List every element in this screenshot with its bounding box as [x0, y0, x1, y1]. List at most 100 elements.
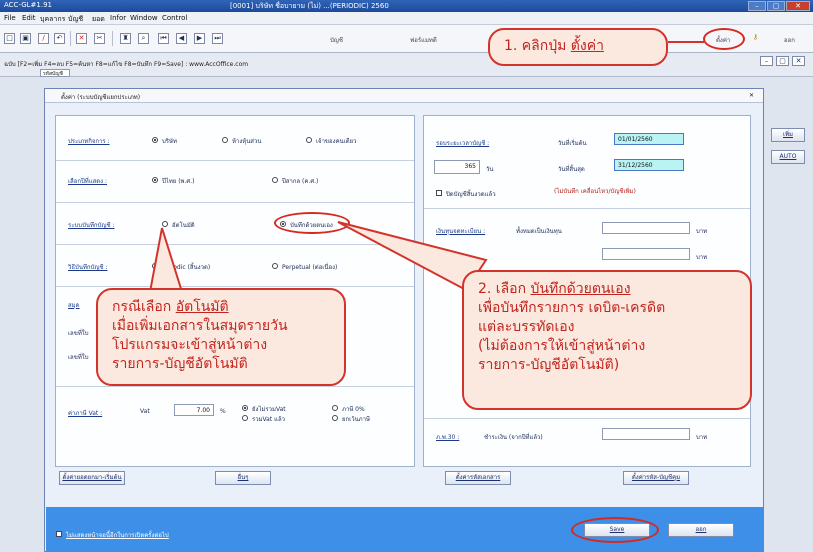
- section-divider: [424, 418, 750, 419]
- vat-exclusive-radio[interactable]: [242, 405, 248, 411]
- next-record-icon[interactable]: ▶: [194, 33, 205, 44]
- registered-capital-input[interactable]: [602, 222, 690, 234]
- business-type-sole-label: เจ้าของคนเดียว: [316, 138, 357, 145]
- opening-balance-button[interactable]: ตั้งค่ายอดยกมา-เริ่มต้น: [59, 471, 125, 485]
- business-type-label: ประเภทกิจการ :: [68, 138, 110, 145]
- vat-inclusive-radio[interactable]: [242, 415, 248, 421]
- vat-inclusive-label: รวมVat แล้ว: [252, 416, 286, 423]
- fiscal-year-intl-radio[interactable]: [272, 177, 278, 183]
- edit-icon[interactable]: /: [38, 33, 49, 44]
- fiscal-year-label: เลือกปีที่แสดง :: [68, 178, 108, 185]
- document-number-label: เลขที่ใบ: [68, 330, 89, 337]
- document-number-label-2: เลขที่ใบ: [68, 354, 89, 361]
- period-days-field: 365: [434, 160, 480, 174]
- fiscal-year-thai-radio[interactable]: [152, 177, 158, 183]
- business-type-partnership-radio[interactable]: [222, 137, 228, 143]
- menu-control[interactable]: Control: [162, 14, 187, 22]
- binoculars-icon[interactable]: ♜: [120, 33, 131, 44]
- settings-highlight-ring: [703, 28, 745, 50]
- step1-text: 1. คลิกปุ่ม: [504, 38, 571, 54]
- vat-rate-input[interactable]: 7.00: [174, 404, 214, 416]
- dont-show-again-checkbox[interactable]: [56, 531, 62, 537]
- pnd30-input[interactable]: [602, 428, 690, 440]
- minimize-button[interactable]: –: [748, 1, 766, 11]
- inventory-perpetual-label: Perpetual (ต่อเนื่อง): [282, 264, 338, 271]
- sub-close-button[interactable]: ✕: [792, 56, 805, 66]
- business-type-company-radio[interactable]: [152, 137, 158, 143]
- vat-prefix: Vat: [140, 408, 150, 415]
- business-type-sole-radio[interactable]: [306, 137, 312, 143]
- menu-file[interactable]: File: [4, 14, 16, 22]
- last-record-icon[interactable]: ⏭: [212, 33, 223, 44]
- close-button[interactable]: ✕: [786, 1, 810, 11]
- dialog-close-button[interactable]: ✕: [749, 92, 754, 99]
- closed-period-label: ปิดบัญชีสิ้นงวดแล้ว: [446, 191, 496, 198]
- dont-show-again-label: ไม่แสดงหน้าจอนี้อีกในการเปิดครั้งต่อไป: [66, 532, 169, 539]
- toolbar-separator: [70, 31, 71, 46]
- vat-exempt-radio[interactable]: [332, 415, 338, 421]
- step1-arrow: [668, 41, 704, 43]
- auto-line: รายการ-บัญชีอัตโนมัติ: [112, 356, 248, 372]
- menu-infor[interactable]: Infor: [110, 14, 126, 22]
- closed-period-checkbox[interactable]: [436, 190, 442, 196]
- exit-toolbar-button[interactable]: ออก: [784, 35, 795, 45]
- vat-zero-radio[interactable]: [332, 405, 338, 411]
- undo-icon[interactable]: ↶: [54, 33, 65, 44]
- side-add-button[interactable]: เพิ่ม: [771, 128, 805, 142]
- vat-exclusive-label: ยังไม่รวมVat: [252, 406, 286, 413]
- closed-period-note: (ไม่บันทึก เคลื่อนไหว/บัญชีเพิ่ม): [554, 188, 636, 195]
- vat-label: ค่าภาษี Vat :: [68, 410, 103, 417]
- menu-window[interactable]: Window: [130, 14, 158, 22]
- first-record-icon[interactable]: ⏮: [158, 33, 169, 44]
- step1-emphasis: ตั้งค่า: [570, 38, 604, 54]
- toolbar-format-label[interactable]: ฟอร์แมทดี: [410, 35, 437, 45]
- inventory-method-label: วิธีบันทึกบัญชี :: [68, 264, 108, 271]
- exit-button[interactable]: ออก: [668, 523, 734, 537]
- start-date-input[interactable]: 01/01/2560: [614, 133, 684, 145]
- auto-text: กรณีเลือก: [112, 299, 176, 315]
- menu-balance[interactable]: ยอด: [92, 14, 105, 25]
- title-bar: ACC-GL#1.91 [0001] บริษัท ชื่อบายาม (ไม่…: [0, 0, 813, 12]
- registered-capital-sublabel: ทั้งหมดเป็นเงินทุน: [516, 228, 562, 235]
- auto-line: เมื่อเพิ่มเอกสารในสมุดรายวัน: [112, 318, 288, 334]
- step3-pointer: [148, 227, 184, 293]
- section-divider: [56, 160, 414, 161]
- save-icon[interactable]: ▣: [20, 33, 31, 44]
- zoom-icon[interactable]: ⌕: [138, 33, 149, 44]
- fiscal-year-intl-label: ปีสากล (ค.ศ.): [282, 178, 319, 185]
- account-code-field[interactable]: รหัสบัญชี: [40, 69, 70, 77]
- menu-account[interactable]: บัญชี: [68, 14, 83, 25]
- sub-minimize-button[interactable]: –: [760, 56, 773, 66]
- journal-window-header: ฉบับ [F2=เพิ่ม F4=ลบ F5=ค้นหา F8=แก้ไข F…: [0, 53, 813, 77]
- section-divider: [56, 202, 414, 203]
- sub-restore-button[interactable]: ▢: [776, 56, 789, 66]
- key-icon[interactable]: ⚷: [750, 33, 761, 44]
- menu-edit[interactable]: Edit: [22, 14, 36, 22]
- new-icon[interactable]: □: [4, 33, 15, 44]
- business-type-partnership-label: ห้างหุ้นส่วน: [232, 138, 262, 145]
- auto-line: โปรแกรมจะเข้าสู่หน้าต่าง: [112, 337, 268, 353]
- period-days-unit: วัน: [486, 166, 494, 173]
- maximize-button[interactable]: ▢: [767, 1, 785, 11]
- toolbar-account-label[interactable]: บัญชี: [330, 35, 343, 45]
- auto-emphasis: อัตโนมัติ: [175, 299, 229, 315]
- delete-icon[interactable]: ✕: [76, 33, 87, 44]
- inventory-perpetual-radio[interactable]: [272, 263, 278, 269]
- document-code-button[interactable]: ตั้งค่ารหัสเอกสาร: [445, 471, 511, 485]
- menu-personnel[interactable]: บุคลากร: [40, 14, 65, 25]
- prev-record-icon[interactable]: ◀: [176, 33, 187, 44]
- cut-icon[interactable]: ✂: [94, 33, 105, 44]
- step2-callout: 2. เลือก บันทึกด้วยตนเอง เพื่อบันทึกรายก…: [462, 270, 752, 410]
- other-settings-button[interactable]: อื่นๆ: [215, 471, 271, 485]
- capital-baht-unit: บาท: [696, 228, 708, 235]
- step2-line: (ไม่ต้องการให้เข้าสู่หน้าต่าง: [478, 338, 646, 354]
- paid-capital-baht-unit: บาท: [696, 254, 708, 261]
- side-auto-button[interactable]: AUTO: [771, 150, 805, 164]
- business-type-company-label: บริษัท: [162, 138, 177, 145]
- dialog-title-bar: ตั้งค่า (ระบบบัญชีแยกประเภท) ✕: [45, 89, 763, 103]
- end-date-input[interactable]: 31/12/2560: [614, 159, 684, 171]
- step2-text: 2. เลือก: [478, 281, 531, 297]
- paid-capital-input[interactable]: [602, 248, 690, 260]
- step1-callout: 1. คลิกปุ่ม ตั้งค่า: [488, 28, 668, 66]
- control-account-button[interactable]: ตั้งค่ารหัส-บัญชีคุม: [623, 471, 689, 485]
